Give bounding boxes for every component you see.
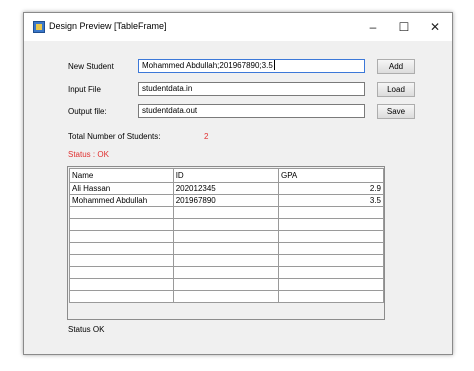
input-file-label: Input File [68,85,101,94]
table-row[interactable] [69,242,385,255]
new-student-input[interactable]: Mohammed Abdullah;201967890;3.5 [138,59,365,73]
table-header-row: Name ID GPA [69,168,385,183]
output-file-field[interactable]: studentdata.out [138,104,365,118]
cell-id[interactable] [172,254,279,267]
table-row[interactable] [69,218,385,231]
java-app-icon [33,21,45,33]
title-bar[interactable]: Design Preview [TableFrame] – ☐ ✕ [24,13,452,41]
new-student-value: Mohammed Abdullah;201967890;3.5 [142,61,273,70]
column-header-name[interactable]: Name [69,168,174,183]
cell-name[interactable] [69,242,174,255]
cell-id[interactable] [172,218,279,231]
cell-gpa[interactable] [277,266,385,279]
cell-gpa[interactable] [277,254,385,267]
cell-id[interactable]: 202012345 [172,182,279,195]
cell-name[interactable] [69,290,174,303]
cell-name[interactable] [69,254,174,267]
maximize-button[interactable]: ☐ [389,17,419,37]
cell-gpa[interactable]: 3.5 [277,194,385,207]
cell-id[interactable] [172,266,279,279]
status-top: Status : OK [68,150,109,159]
output-file-label: Output file: [68,107,107,116]
students-table-scrollpane[interactable]: Name ID GPA Ali Hassan 202012345 2.9 Moh… [67,166,385,320]
cell-id[interactable]: 201967890 [172,194,279,207]
save-button[interactable]: Save [377,104,415,119]
cell-name[interactable] [69,206,174,219]
column-header-id[interactable]: ID [172,168,279,183]
table-frame-window: Design Preview [TableFrame] – ☐ ✕ New St… [23,12,453,355]
cell-name[interactable] [69,218,174,231]
cell-name[interactable] [69,230,174,243]
table-row[interactable] [69,254,385,267]
table-row[interactable] [69,206,385,219]
minimize-button[interactable]: – [358,17,388,37]
load-button[interactable]: Load [377,82,415,97]
total-students-count: 2 [204,132,209,141]
column-header-gpa[interactable]: GPA [277,168,385,183]
students-table[interactable]: Name ID GPA Ali Hassan 202012345 2.9 Moh… [69,168,385,303]
cell-name[interactable]: Mohammed Abdullah [69,194,174,207]
cell-name[interactable] [69,278,174,291]
window-title: Design Preview [TableFrame] [49,21,167,31]
cell-id[interactable] [172,230,279,243]
new-student-label: New Student [68,62,114,71]
table-row[interactable] [69,266,385,279]
add-button[interactable]: Add [377,59,415,74]
cell-name[interactable] [69,266,174,279]
cell-gpa[interactable]: 2.9 [277,182,385,195]
cell-gpa[interactable] [277,278,385,291]
status-bottom: Status OK [68,325,105,334]
cell-id[interactable] [172,242,279,255]
input-file-field[interactable]: studentdata.in [138,82,365,96]
cell-gpa[interactable] [277,218,385,231]
close-button[interactable]: ✕ [420,17,450,37]
total-students-label: Total Number of Students: [68,132,161,141]
table-row[interactable] [69,230,385,243]
cell-name[interactable]: Ali Hassan [69,182,174,195]
cell-gpa[interactable] [277,290,385,303]
cell-id[interactable] [172,206,279,219]
text-caret [273,60,275,70]
table-row[interactable]: Ali Hassan 202012345 2.9 [69,182,385,195]
cell-id[interactable] [172,278,279,291]
cell-gpa[interactable] [277,206,385,219]
cell-id[interactable] [172,290,279,303]
cell-gpa[interactable] [277,230,385,243]
table-row[interactable]: Mohammed Abdullah 201967890 3.5 [69,194,385,207]
table-row[interactable] [69,290,385,303]
cell-gpa[interactable] [277,242,385,255]
table-row[interactable] [69,278,385,291]
